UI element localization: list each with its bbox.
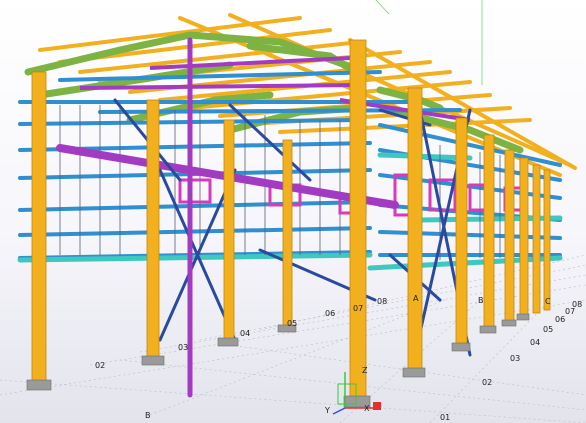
model-viewport[interactable]: 02 03 04 05 06 07 08 A B C B 01 02 03 04… xyxy=(0,0,586,423)
grid-label-04-right: 04 xyxy=(530,338,540,347)
grid-label-A: A xyxy=(413,294,419,303)
grid-label-05-front: 05 xyxy=(287,319,297,328)
grid-label-06-right: 06 xyxy=(555,315,565,324)
grid-label-04-front: 04 xyxy=(240,329,250,338)
grid-label-05-right: 05 xyxy=(543,325,553,334)
grid-label-07-front: 07 xyxy=(353,304,363,313)
grid-label-01-right: 01 xyxy=(440,413,450,422)
grid-label-06-front: 06 xyxy=(325,309,335,318)
axis-label-y: Y xyxy=(324,406,330,415)
axis-label-z: Z xyxy=(362,366,368,375)
grid-label-C: C xyxy=(545,297,551,306)
grid-lines xyxy=(0,254,586,423)
grid-label-02-front: 02 xyxy=(95,361,105,370)
grid-label-03-front: 03 xyxy=(178,343,188,352)
grid-label-08-front: 08 xyxy=(377,297,387,306)
structure-3d-view[interactable]: 02 03 04 05 06 07 08 A B C B 01 02 03 04… xyxy=(0,0,586,423)
grid-label-03-right: 03 xyxy=(510,354,520,363)
axis-label-x: X xyxy=(364,404,370,413)
grid-label-B: B xyxy=(478,296,484,305)
grid-label-02-right: 02 xyxy=(482,378,492,387)
grid-label-08-right: 08 xyxy=(572,300,582,309)
grid-label-B-front: B xyxy=(145,411,151,420)
